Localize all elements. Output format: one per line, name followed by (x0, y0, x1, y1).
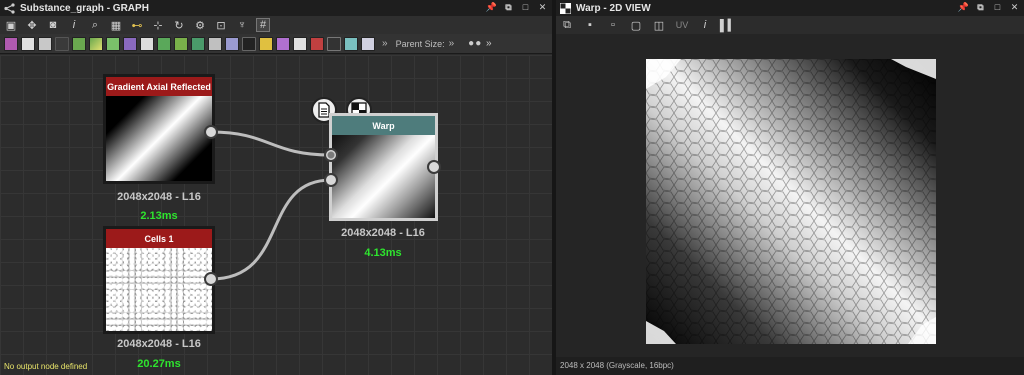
2d-view-canvas[interactable] (556, 34, 1024, 357)
tile-icon[interactable] (140, 36, 154, 51)
uv-icon[interactable]: UV (675, 18, 689, 32)
gradient-time: 2.13ms (140, 210, 178, 222)
more-options-icon[interactable]: ●● » (468, 38, 492, 49)
refresh-icon[interactable]: ↻ (172, 18, 186, 32)
save-icon[interactable]: ▪ (583, 18, 597, 32)
view-toolbar: ⧉ ▪ ▫ ▢ ◫ UV i ▌▍ (556, 16, 1024, 34)
gradient-thumbnail (106, 96, 212, 181)
filter-icon[interactable] (157, 36, 171, 51)
pin-icon[interactable]: 📌 (958, 2, 969, 13)
node-gradient-axial-reflected[interactable]: Gradient Axial Reflected (103, 74, 215, 184)
blend-icon[interactable] (123, 36, 137, 51)
frame-icon[interactable]: ▣ (4, 18, 18, 32)
shuffle-icon[interactable] (55, 36, 69, 51)
search-icon[interactable]: ⌕ (88, 18, 102, 32)
svg-icon[interactable] (259, 36, 273, 51)
cells-output-port[interactable] (204, 272, 218, 286)
channels-icon[interactable]: ◫ (652, 18, 666, 32)
image-icon[interactable] (4, 36, 18, 51)
text-node-icon[interactable] (276, 36, 290, 51)
warp-thumbnail (332, 135, 435, 218)
input-icon[interactable] (310, 36, 324, 51)
grid-icon[interactable]: ▦ (109, 18, 123, 32)
warp-input-port-2[interactable] (324, 173, 338, 187)
settings-icon[interactable]: ⚙ (193, 18, 207, 32)
link-icon[interactable]: ⊹ (151, 18, 165, 32)
cells-time: 20.27ms (137, 358, 181, 370)
node-header: Cells 1 (106, 229, 212, 248)
gradient-icon[interactable] (89, 36, 103, 51)
warp-output-port[interactable] (427, 160, 441, 174)
close-icon[interactable]: ✕ (1009, 2, 1020, 13)
grayscale-icon[interactable] (106, 36, 120, 51)
curve-icon[interactable] (72, 36, 86, 51)
graph-toolbar: ▣ ✥ ◙ i ⌕ ▦ ⊷ ⊹ ↻ ⚙ ⊡ ♆ # (0, 16, 552, 34)
library-toolbar: » Parent Size: » ●● » (0, 34, 552, 54)
comment-icon[interactable] (361, 36, 375, 51)
histogram-icon[interactable]: ▌▍ (720, 18, 736, 32)
maximize-icon[interactable]: □ (992, 2, 1003, 13)
graph-titlebar: Substance_graph - GRAPH 📌 ⧉ □ ✕ (0, 0, 552, 16)
maximize-icon[interactable]: □ (520, 2, 531, 13)
camera-icon[interactable]: ◙ (46, 18, 60, 32)
warp-time: 4.13ms (364, 247, 402, 259)
substance-designer-workspace: Substance_graph - GRAPH 📌 ⧉ □ ✕ ▣ ✥ ◙ i … (0, 0, 1024, 375)
node-header: Gradient Axial Reflected (106, 77, 212, 96)
warp-resolution: 2048x2048 - L16 (341, 227, 425, 239)
cells-resolution: 2048x2048 - L16 (117, 338, 201, 350)
graph-panel: Substance_graph - GRAPH 📌 ⧉ □ ✕ ▣ ✥ ◙ i … (0, 0, 552, 375)
move-icon[interactable]: ✥ (25, 18, 39, 32)
export-icon[interactable]: ⊡ (214, 18, 228, 32)
graph-window-title: Substance_graph - GRAPH (20, 2, 149, 14)
cells-thumbnail (106, 248, 212, 331)
view-window-icon (560, 2, 571, 14)
transform-icon[interactable] (208, 36, 222, 51)
display-icon[interactable]: ▢ (629, 18, 643, 32)
view-window-title: Warp - 2D VIEW (576, 2, 651, 14)
float-window-icon[interactable]: ⧉ (975, 2, 986, 13)
color-icon[interactable] (38, 36, 52, 51)
view-status-bar: 2048 x 2048 (Grayscale, 16bpc) (556, 357, 1024, 375)
text-icon[interactable] (21, 36, 35, 51)
connection-wires (210, 130, 332, 281)
warp-input-port-1[interactable] (324, 148, 338, 162)
bitmap-icon[interactable] (242, 36, 256, 51)
parent-size-label[interactable]: Parent Size: (396, 39, 445, 49)
gradient-output-port[interactable] (204, 125, 218, 139)
close-icon[interactable]: ✕ (537, 2, 548, 13)
output-icon[interactable] (327, 36, 341, 51)
node-warp[interactable]: Warp (329, 113, 438, 221)
clean-icon[interactable]: ♆ (235, 18, 249, 32)
node-header: Warp (332, 116, 435, 135)
graph-canvas[interactable]: Gradient Axial Reflected 2048x2048 - L16… (0, 55, 552, 375)
warp-icon[interactable] (191, 36, 205, 51)
node-cells-1[interactable]: Cells 1 (103, 226, 215, 334)
library-overflow-icon[interactable]: » (382, 38, 388, 49)
graph-window-icon (4, 2, 15, 14)
copy-icon[interactable]: ⧉ (560, 18, 574, 32)
wire-gradient-to-warp (210, 130, 332, 157)
switch-icon[interactable] (344, 36, 358, 51)
uniform-icon[interactable] (293, 36, 307, 51)
info-icon[interactable]: i (698, 18, 712, 32)
gradient-resolution: 2048x2048 - L16 (117, 191, 201, 203)
float-window-icon[interactable]: ⧉ (503, 2, 514, 13)
2d-view-panel: Warp - 2D VIEW 📌 ⧉ □ ✕ ⧉ ▪ ▫ ▢ ◫ UV i ▌▍ (556, 0, 1024, 375)
info-icon[interactable]: i (67, 18, 81, 32)
view-titlebar: Warp - 2D VIEW 📌 ⧉ □ ✕ (556, 0, 1024, 16)
grid-snap-icon[interactable]: # (256, 18, 270, 32)
node-layout-icon[interactable]: ⊷ (130, 18, 144, 32)
parent-size-chevron-icon[interactable]: » (449, 38, 455, 49)
levels-icon[interactable] (225, 36, 239, 51)
graph-status-message: No output node defined (4, 362, 88, 371)
pin-icon[interactable]: 📌 (486, 2, 497, 13)
save-as-icon[interactable]: ▫ (606, 18, 620, 32)
warp-output-image (646, 59, 936, 344)
wire-cells-to-warp (210, 178, 332, 281)
fx-icon[interactable] (174, 36, 188, 51)
